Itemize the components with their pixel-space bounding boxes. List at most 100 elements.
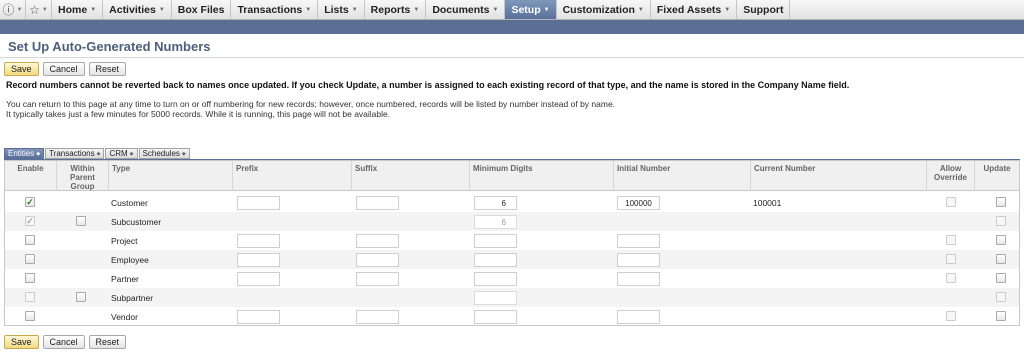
minimum-digits-input[interactable] — [474, 272, 517, 286]
nav-label: Reports — [370, 3, 411, 16]
minimum-digits-input[interactable] — [474, 234, 517, 248]
header-suffix: Suffix — [352, 161, 470, 191]
update-checkbox[interactable] — [996, 273, 1006, 283]
save-button[interactable]: Save — [4, 62, 39, 76]
header-current-number: Current Number — [751, 161, 927, 191]
chevron-down-icon: ▼ — [543, 6, 550, 13]
nav-label: Documents — [432, 3, 490, 16]
enable-checkbox[interactable]: ✓ — [25, 197, 35, 207]
nav-fixed-assets[interactable]: Fixed Assets ▼ — [651, 0, 738, 19]
favorites-menu-button[interactable]: ☆ ▼ — [26, 0, 52, 19]
table-row: ✓ Subcustomer — [5, 212, 1019, 231]
table-row: Project — [5, 231, 1019, 250]
minimum-digits-input[interactable] — [474, 291, 517, 305]
chevron-down-icon: ▼ — [305, 6, 312, 13]
nav-home[interactable]: Home ▼ — [52, 0, 104, 19]
type-label: Partner — [111, 273, 139, 284]
star-icon: ☆ — [29, 2, 40, 17]
bottom-button-row: Save Cancel Reset — [4, 335, 127, 349]
suffix-input[interactable] — [356, 196, 399, 210]
minimum-digits-input[interactable] — [474, 215, 517, 229]
save-button[interactable]: Save — [4, 335, 39, 349]
nav-transactions[interactable]: Transactions ▼ — [231, 0, 319, 19]
tab-label: CRM — [109, 149, 128, 158]
enable-checkbox[interactable] — [25, 292, 35, 302]
tab-entities[interactable]: Entities ◆ — [4, 148, 45, 159]
table-row: ✓ Customer 100001 — [5, 193, 1019, 212]
nav-reports[interactable]: Reports ▼ — [365, 0, 427, 19]
table-row: Vendor — [5, 307, 1019, 326]
prefix-input[interactable] — [237, 310, 280, 324]
within-parent-checkbox[interactable] — [76, 292, 86, 302]
initial-number-input[interactable] — [617, 310, 660, 324]
cancel-button[interactable]: Cancel — [42, 335, 85, 349]
chevron-down-icon: ◆ — [181, 150, 186, 157]
nav-support[interactable]: Support — [737, 0, 791, 19]
prefix-input[interactable] — [237, 234, 280, 248]
nav-label: Support — [743, 3, 784, 16]
chevron-down-icon: ◆ — [96, 150, 101, 157]
chevron-down-icon: ▼ — [16, 6, 23, 13]
table-header: Enable Within Parent Group Type Prefix S… — [5, 161, 1019, 191]
reset-button[interactable]: Reset — [88, 335, 127, 349]
update-checkbox[interactable] — [996, 235, 1006, 245]
nav-box-files[interactable]: Box Files — [172, 0, 232, 19]
tab-schedules[interactable]: Schedules ◆ — [138, 148, 190, 159]
allow-override-checkbox[interactable] — [946, 311, 956, 321]
initial-number-input[interactable] — [617, 234, 660, 248]
type-label: Subpartner — [111, 292, 154, 303]
nav-setup[interactable]: Setup ▼ — [505, 0, 557, 19]
minimum-digits-input[interactable] — [474, 253, 517, 267]
update-checkbox[interactable] — [996, 197, 1006, 207]
update-checkbox[interactable] — [996, 292, 1006, 302]
table-row: Partner — [5, 269, 1019, 288]
type-label: Project — [111, 235, 138, 246]
cancel-button[interactable]: Cancel — [42, 62, 85, 76]
allow-override-checkbox[interactable] — [946, 273, 956, 283]
nav-label: Transactions — [237, 3, 303, 16]
enable-checkbox[interactable]: ✓ — [25, 216, 35, 226]
nav-lists[interactable]: Lists ▼ — [318, 0, 365, 19]
initial-number-input[interactable] — [617, 253, 660, 267]
type-label: Subcustomer — [111, 216, 162, 227]
allow-override-checkbox[interactable] — [946, 235, 956, 245]
reset-button[interactable]: Reset — [88, 62, 127, 76]
nav-label: Home — [58, 3, 88, 16]
header-minimum-digits: Minimum Digits — [470, 161, 614, 191]
tab-transactions[interactable]: Transactions ◆ — [45, 148, 105, 159]
suffix-input[interactable] — [356, 310, 399, 324]
prefix-input[interactable] — [237, 196, 280, 210]
allow-override-checkbox[interactable] — [946, 254, 956, 264]
chevron-down-icon: ▼ — [637, 6, 644, 13]
minimum-digits-input[interactable] — [474, 196, 517, 210]
numbering-table: Enable Within Parent Group Type Prefix S… — [4, 160, 1020, 326]
nav-activities[interactable]: Activities ▼ — [103, 0, 172, 19]
nav-customization[interactable]: Customization ▼ — [557, 0, 651, 19]
prefix-input[interactable] — [237, 253, 280, 267]
update-checkbox[interactable] — [996, 216, 1006, 226]
checkmark-icon: ✓ — [26, 197, 34, 207]
chevron-down-icon: ▼ — [90, 6, 97, 13]
tab-crm[interactable]: CRM ◆ — [105, 148, 138, 159]
header-update: Update — [983, 164, 1011, 173]
enable-checkbox[interactable] — [25, 311, 35, 321]
initial-number-input[interactable] — [617, 272, 660, 286]
enable-checkbox[interactable] — [25, 235, 35, 245]
suffix-input[interactable] — [356, 272, 399, 286]
nav-documents[interactable]: Documents ▼ — [426, 0, 506, 19]
table-row: Employee — [5, 250, 1019, 269]
table-row: Subpartner — [5, 288, 1019, 307]
update-checkbox[interactable] — [996, 254, 1006, 264]
initial-number-input[interactable] — [617, 196, 660, 210]
enable-checkbox[interactable] — [25, 254, 35, 264]
suffix-input[interactable] — [356, 234, 399, 248]
header-prefix: Prefix — [233, 161, 352, 191]
minimum-digits-input[interactable] — [474, 310, 517, 324]
suffix-input[interactable] — [356, 253, 399, 267]
prefix-input[interactable] — [237, 272, 280, 286]
update-checkbox[interactable] — [996, 311, 1006, 321]
allow-override-checkbox[interactable] — [946, 197, 956, 207]
enable-checkbox[interactable] — [25, 273, 35, 283]
within-parent-checkbox[interactable] — [76, 216, 86, 226]
help-menu-button[interactable]: ⓘ ▼ — [0, 0, 26, 19]
